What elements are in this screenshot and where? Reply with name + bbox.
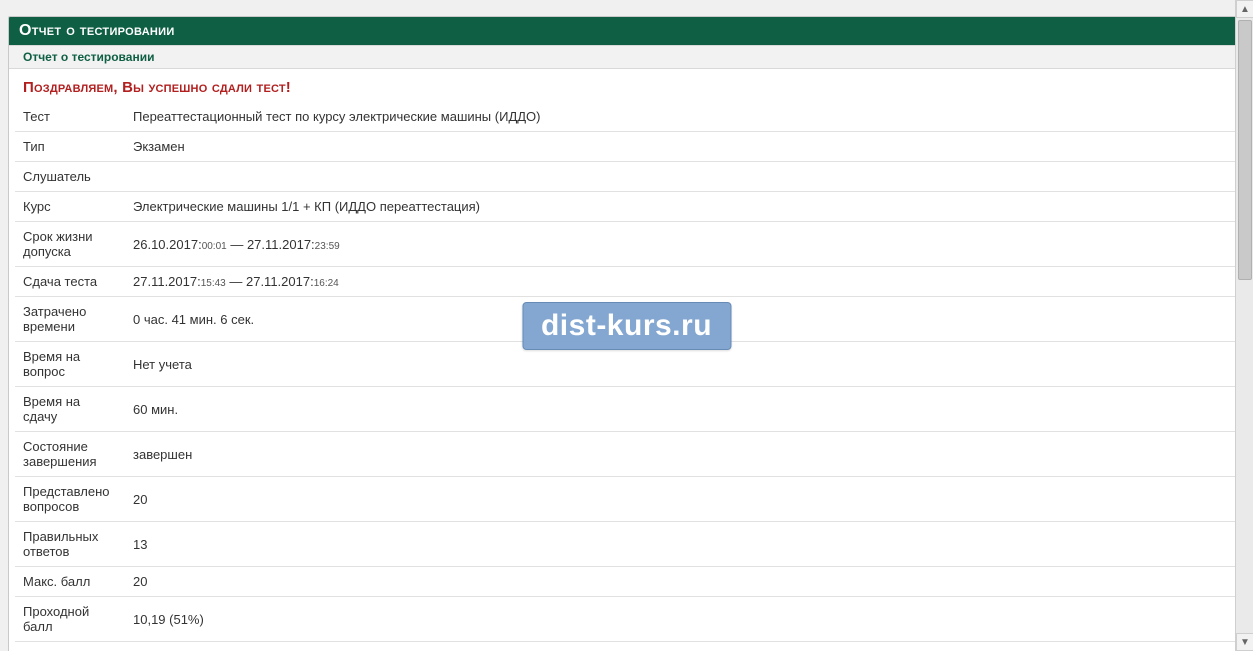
row-pass-score: Проходной балл 10,19 (51%) <box>15 597 1238 642</box>
row-listener: Слушатель <box>15 162 1238 192</box>
congrats-message: Поздравляем, Вы успешно сдали тест! <box>9 69 1244 102</box>
row-type: Тип Экзамен <box>15 132 1238 162</box>
label-scored: Набрано баллов <box>15 642 125 651</box>
value-elapsed: 0 час. 41 мин. 6 сек. <box>125 297 1238 342</box>
breadcrumb: Отчет о тестировании <box>9 45 1244 69</box>
al-t1: 00:01 <box>202 241 227 252</box>
row-course: Курс Электрические машины 1/1 + КП (ИДДО… <box>15 192 1238 222</box>
label-time-total: Время на сдачу <box>15 387 125 432</box>
label-max-score: Макс. балл <box>15 567 125 597</box>
value-listener <box>125 162 1238 192</box>
value-submit: 27.11.2017:15:43 — 27.11.2017:16:24 <box>125 267 1238 297</box>
sb-d2: 27.11.2017: <box>246 274 314 289</box>
sb-t2: 16:24 <box>314 278 339 289</box>
value-time-total: 60 мин. <box>125 387 1238 432</box>
row-state: Состояние завершения завершен <box>15 432 1238 477</box>
value-max-score: 20 <box>125 567 1238 597</box>
label-course: Курс <box>15 192 125 222</box>
value-time-per-q: Нет учета <box>125 342 1238 387</box>
scroll-down-button[interactable]: ▼ <box>1236 633 1253 651</box>
report-panel: Отчет о тестировании Отчет о тестировани… <box>8 16 1245 651</box>
label-access-life: Срок жизни допуска <box>15 222 125 267</box>
value-type: Экзамен <box>125 132 1238 162</box>
row-access-life: Срок жизни допуска 26.10.2017:00:01 — 27… <box>15 222 1238 267</box>
row-scored: Набрано баллов 13 (65%) <box>15 642 1238 651</box>
breadcrumb-text: Отчет о тестировании <box>23 50 154 64</box>
sb-d1: 27.11.2017: <box>133 274 201 289</box>
al-d1: 26.10.2017: <box>133 237 202 252</box>
value-presented: 20 <box>125 477 1238 522</box>
vertical-scrollbar[interactable]: ▲ ▼ <box>1235 0 1253 651</box>
sb-t1: 15:43 <box>201 278 226 289</box>
label-test: Тест <box>15 102 125 132</box>
sb-sep: — <box>226 274 246 289</box>
value-test: Переаттестационный тест по курсу электри… <box>125 102 1238 132</box>
label-pass-score: Проходной балл <box>15 597 125 642</box>
value-scored: 13 (65%) <box>125 642 1238 651</box>
label-presented: Представлено вопросов <box>15 477 125 522</box>
value-correct: 13 <box>125 522 1238 567</box>
value-access-life: 26.10.2017:00:01 — 27.11.2017:23:59 <box>125 222 1238 267</box>
chevron-down-icon: ▼ <box>1240 637 1250 648</box>
label-submit: Сдача теста <box>15 267 125 297</box>
row-correct: Правильных ответов 13 <box>15 522 1238 567</box>
chevron-up-icon: ▲ <box>1240 4 1250 15</box>
value-state: завершен <box>125 432 1238 477</box>
panel-title: Отчет о тестировании <box>19 22 175 39</box>
row-presented: Представлено вопросов 20 <box>15 477 1238 522</box>
label-correct: Правильных ответов <box>15 522 125 567</box>
row-time-total: Время на сдачу 60 мин. <box>15 387 1238 432</box>
page-root: Отчет о тестировании Отчет о тестировани… <box>0 0 1253 651</box>
al-sep: — <box>227 237 247 252</box>
panel-header: Отчет о тестировании <box>9 17 1244 45</box>
row-time-per-q: Время на вопрос Нет учета <box>15 342 1238 387</box>
label-listener: Слушатель <box>15 162 125 192</box>
label-type: Тип <box>15 132 125 162</box>
congrats-text: Поздравляем, Вы успешно сдали тест! <box>23 79 291 96</box>
scroll-thumb[interactable] <box>1238 20 1252 280</box>
row-elapsed: Затрачено времени 0 час. 41 мин. 6 сек. <box>15 297 1238 342</box>
label-time-per-q: Время на вопрос <box>15 342 125 387</box>
al-t2: 23:59 <box>315 241 340 252</box>
details-table: Тест Переаттестационный тест по курсу эл… <box>15 102 1238 651</box>
row-submit: Сдача теста 27.11.2017:15:43 — 27.11.201… <box>15 267 1238 297</box>
value-pass-score: 10,19 (51%) <box>125 597 1238 642</box>
label-state: Состояние завершения <box>15 432 125 477</box>
row-test: Тест Переаттестационный тест по курсу эл… <box>15 102 1238 132</box>
scroll-up-button[interactable]: ▲ <box>1236 0 1253 18</box>
al-d2: 27.11.2017: <box>247 237 315 252</box>
row-max-score: Макс. балл 20 <box>15 567 1238 597</box>
value-course: Электрические машины 1/1 + КП (ИДДО пере… <box>125 192 1238 222</box>
label-elapsed: Затрачено времени <box>15 297 125 342</box>
